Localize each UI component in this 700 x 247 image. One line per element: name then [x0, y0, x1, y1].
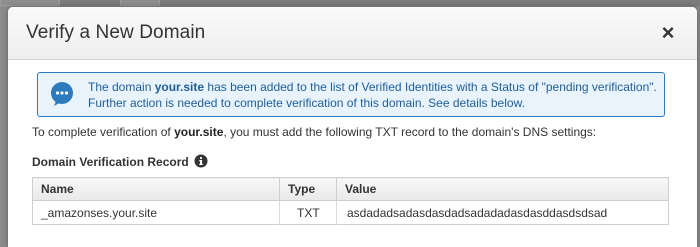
record-section-title: Domain Verification Record [32, 155, 189, 169]
background-toolbar [0, 0, 700, 6]
record-value-cell[interactable]: asdadadsadasdasdadsadadadasdasddasdsdsad [337, 201, 669, 225]
column-header-type[interactable]: Type [279, 177, 337, 201]
instruction-prefix: To complete verification of [32, 125, 175, 139]
dialog-title: Verify a New Domain [26, 22, 206, 43]
info-icon[interactable] [194, 154, 208, 168]
instruction-text: To complete verification of your.site, y… [32, 125, 596, 139]
verification-record-table: Name Type Value _amazonses.your.site TXT… [32, 177, 669, 225]
record-name-cell[interactable]: _amazonses.your.site [32, 200, 280, 225]
info-domain: your.site [154, 80, 205, 94]
instruction-domain: your.site [174, 125, 224, 139]
instruction-suffix: , you must add the following TXT record … [223, 125, 597, 139]
info-line2: Further action is needed to complete ver… [88, 95, 525, 110]
dialog-header: Verify a New Domain × [8, 7, 697, 60]
chat-bubble-icon [51, 82, 73, 106]
table-row: _amazonses.your.site TXT asdadadsadasdas… [32, 200, 669, 225]
record-type-cell[interactable]: TXT [279, 200, 337, 225]
verify-domain-dialog: Verify a New Domain × The domain your.si… [8, 7, 697, 247]
table-header-row: Name Type Value [32, 177, 669, 201]
info-line1-suffix: has been added to the list of Verified I… [204, 80, 657, 94]
column-header-value[interactable]: Value [336, 177, 669, 201]
info-message-text: The domain your.site has been added to t… [88, 80, 658, 111]
close-button[interactable]: × [656, 21, 680, 45]
background-tab [0, 0, 60, 6]
column-header-name[interactable]: Name [32, 177, 280, 201]
background-tab [120, 0, 160, 6]
info-message: The domain your.site has been added to t… [37, 72, 665, 117]
info-line1-prefix: The domain [88, 80, 155, 94]
